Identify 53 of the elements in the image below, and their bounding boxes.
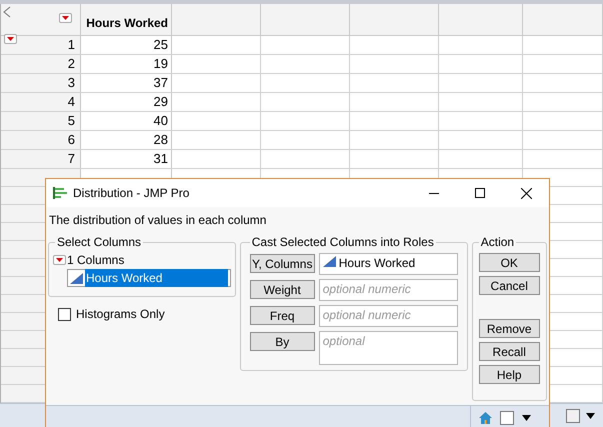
table-cell: 37 [81, 74, 172, 92]
row-number: 3 [1, 74, 81, 92]
row-number: 6 [1, 131, 81, 150]
table-cell: 29 [81, 93, 172, 112]
dialog-button[interactable]: Remove [478, 319, 540, 338]
table-cell: 40 [81, 112, 172, 130]
checkbox-icon[interactable] [500, 410, 514, 424]
group-title: Action [480, 234, 516, 251]
role-button[interactable]: Y, Columns [250, 254, 315, 273]
field-placeholder: optional numeric [322, 308, 411, 322]
continuous-icon [70, 272, 83, 284]
description-text: The distribution of values in each column [49, 212, 268, 228]
dialog-button[interactable]: Help [478, 365, 540, 384]
dropdown-arrow-icon[interactable] [522, 414, 531, 420]
table-cell: 31 [81, 150, 172, 168]
role-button[interactable]: By [250, 332, 315, 351]
home-icon[interactable] [479, 412, 492, 424]
row-number: 4 [1, 93, 81, 112]
field-value: Hours Worked [338, 256, 416, 270]
dropdown-arrow-icon[interactable] [586, 412, 595, 418]
table-cell: 19 [81, 55, 172, 74]
maximize-icon [475, 188, 485, 198]
role-button[interactable]: Weight [250, 280, 315, 299]
dropdown-button[interactable] [53, 255, 66, 265]
collapse-icon[interactable] [3, 6, 11, 18]
close-icon [520, 188, 532, 198]
dialog-button[interactable]: Recall [478, 342, 540, 361]
dialog-button[interactable]: OK [478, 253, 540, 272]
role-button[interactable]: Freq [250, 306, 315, 325]
role-field[interactable]: Hours Worked [318, 253, 458, 275]
row-number: 2 [1, 55, 81, 74]
group-title: Select Columns [56, 234, 142, 251]
row-number: 5 [1, 112, 81, 130]
checkbox[interactable] [58, 308, 71, 320]
minimize-icon [429, 192, 439, 194]
distribution-icon [53, 187, 67, 199]
table-cell: 28 [81, 131, 172, 150]
row-number: 1 [1, 36, 81, 54]
table-cell: 25 [81, 36, 172, 54]
field-placeholder: optional numeric [322, 282, 411, 296]
dropdown-button[interactable] [4, 34, 17, 44]
checkbox-icon[interactable] [566, 408, 580, 422]
column-header[interactable]: Hours Worked [81, 4, 172, 36]
dropdown-button[interactable] [59, 13, 72, 23]
caret-icon [62, 16, 69, 20]
group-label: 1 Columns [67, 252, 124, 269]
continuous-icon [322, 256, 336, 267]
row-number: 7 [1, 150, 81, 168]
window-title: Distribution - JMP Pro [73, 185, 190, 202]
dialog-button[interactable]: Cancel [478, 276, 540, 295]
group-title: Cast Selected Columns into Roles [250, 234, 435, 251]
field-placeholder: optional [322, 334, 365, 348]
checkbox-label: Histograms Only [76, 306, 165, 323]
